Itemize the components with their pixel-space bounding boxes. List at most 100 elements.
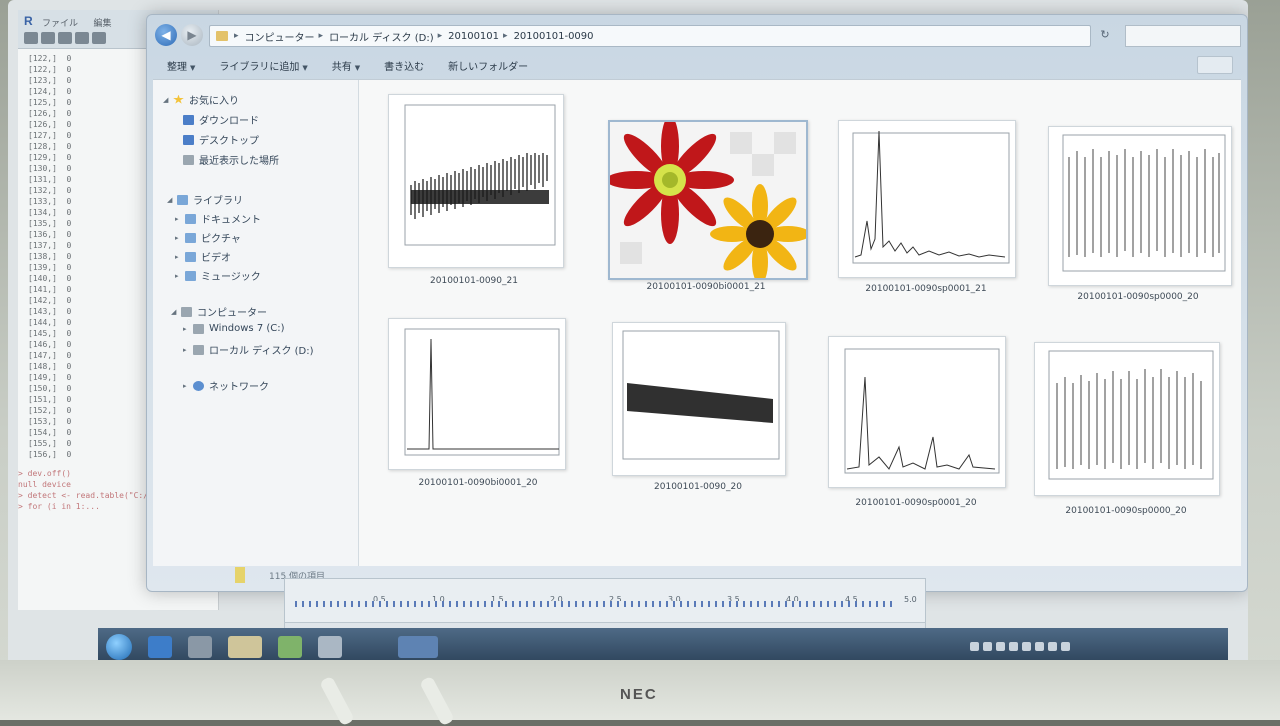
file-name: 20100101-0090bi0001_21 [646, 282, 766, 292]
r-menu-file[interactable]: ファイル [42, 19, 78, 29]
folder-icon [216, 31, 228, 41]
nav-label: Windows 7 (C:) [209, 323, 285, 334]
breadcrumb-separator-icon: ▸ [234, 31, 239, 41]
tray-icon[interactable] [983, 642, 992, 651]
forward-button[interactable]: ▶ [181, 24, 203, 46]
burn-button[interactable]: 書き込む [384, 58, 424, 73]
breadcrumb-separator-icon: ▸ [318, 31, 324, 41]
media-icon[interactable] [188, 636, 212, 658]
explorer-task-icon[interactable] [228, 636, 262, 658]
waveform-window[interactable]: 0.5 1.0 1.5 2.0 2.5 3.0 3.5 4.0 4.5 5.0 [284, 578, 926, 624]
expand-icon: ◢ [163, 95, 169, 104]
new-folder-button[interactable]: 新しいフォルダー [448, 58, 528, 73]
load-icon[interactable] [41, 32, 55, 44]
nav-videos[interactable]: ▸ ビデオ [175, 249, 231, 264]
organize-button[interactable]: 整理 ▼ [167, 58, 195, 73]
nav-documents[interactable]: ▸ ドキュメント [175, 211, 261, 226]
spike-plot-thumbnail [404, 328, 560, 456]
system-tray [970, 636, 1220, 658]
refresh-icon[interactable]: ↻ [1095, 25, 1115, 45]
breadcrumb-subfolder[interactable]: 20100101-0090 [514, 31, 594, 42]
breadcrumb-computer[interactable]: コンピューター [245, 29, 315, 44]
waveform-track [295, 601, 895, 607]
star-icon [173, 94, 184, 104]
tray-icon[interactable] [1009, 642, 1018, 651]
organize-label: 整理 [167, 61, 187, 73]
tray-icon[interactable] [1061, 642, 1070, 651]
nav-label: ドキュメント [201, 215, 261, 226]
music-icon [185, 270, 196, 281]
tray-icon[interactable] [996, 642, 1005, 651]
ie-icon[interactable] [148, 636, 172, 658]
back-button[interactable]: ◀ [155, 24, 177, 46]
r-toolbar [24, 32, 109, 46]
save-icon[interactable] [58, 32, 72, 44]
collapse-icon: ▸ [175, 252, 179, 261]
file-name: 20100101-0090sp0001_21 [865, 284, 987, 294]
nav-drive-c[interactable]: ▸ Windows 7 (C:) [183, 323, 285, 334]
tray-icon[interactable] [970, 642, 979, 651]
paste-icon[interactable] [92, 32, 106, 44]
tray-icon[interactable] [1022, 642, 1031, 651]
nav-label: ローカル ディスク (D:) [209, 346, 314, 357]
r-menu: ファイル 編集 [42, 16, 121, 29]
nav-computer[interactable]: ◢ コンピューター [171, 304, 267, 319]
start-button[interactable] [106, 634, 132, 660]
collapse-icon: ▸ [183, 324, 187, 333]
dropdown-icon: ▼ [302, 63, 308, 72]
nav-favorites[interactable]: ◢ お気に入り [163, 92, 239, 107]
app-icon[interactable] [318, 636, 342, 658]
tray-icon[interactable] [1048, 642, 1057, 651]
collapse-icon: ▸ [175, 271, 179, 280]
file-thumbnail [608, 120, 808, 280]
waveform-plot-thumbnail [622, 330, 780, 460]
explorer-window[interactable]: ◀ ▶ ▸ コンピューター ▸ ローカル ディスク (D:) ▸ 2010010… [146, 14, 1248, 592]
nav-network[interactable]: ▸ ネットワーク [183, 378, 269, 393]
breadcrumb-separator-icon: ▸ [503, 31, 508, 41]
nav-downloads[interactable]: ダウンロード [183, 112, 259, 127]
breadcrumb-drive[interactable]: ローカル ディスク (D:) [329, 29, 434, 44]
collapse-icon: ▸ [183, 381, 187, 390]
dropdown-icon: ▼ [190, 63, 196, 72]
videos-icon [185, 251, 196, 262]
collapse-icon: ▸ [183, 345, 187, 354]
pictures-icon [185, 232, 196, 243]
view-options-button[interactable] [1197, 56, 1233, 74]
copy-icon[interactable] [75, 32, 89, 44]
file-thumbnail [1048, 126, 1232, 286]
nav-desktop[interactable]: デスクトップ [183, 132, 259, 147]
expand-icon: ◢ [171, 307, 177, 316]
nav-label: ピクチャ [201, 234, 241, 245]
tray-icon[interactable] [1035, 642, 1044, 651]
nav-label: ダウンロード [199, 116, 259, 127]
downloads-icon [183, 114, 194, 125]
flower-image-thumbnail [610, 122, 806, 278]
collapse-icon: ▸ [175, 233, 179, 242]
breadcrumb-folder[interactable]: 20100101 [448, 31, 499, 42]
nav-drive-d[interactable]: ▸ ローカル ディスク (D:) [183, 342, 314, 357]
add-to-library-button[interactable]: ライブラリに追加 ▼ [219, 58, 307, 73]
chrome-icon[interactable] [278, 636, 302, 658]
dropdown-icon: ▼ [354, 63, 361, 72]
nav-libraries[interactable]: ◢ ライブラリ [167, 192, 243, 207]
file-thumbnail [838, 120, 1016, 278]
navigation-pane: ◢ お気に入り ダウンロード デスクトップ 最近表示した場所 ◢ ライブラリ ▸ ドキ… [153, 80, 359, 566]
signal-plot-thumbnail [1062, 134, 1226, 272]
share-button[interactable]: 共有 ▼ [332, 58, 360, 73]
file-thumbnail [828, 336, 1006, 488]
open-icon[interactable] [24, 32, 38, 44]
documents-icon [185, 213, 196, 224]
nav-pictures[interactable]: ▸ ピクチャ [175, 230, 241, 245]
drive-icon [193, 344, 204, 355]
drive-icon [193, 323, 204, 334]
file-name: 20100101-0090sp0000_20 [1077, 292, 1199, 302]
file-name: 20100101-0090_21 [430, 276, 518, 286]
r-menu-edit[interactable]: 編集 [93, 19, 111, 29]
nav-recent[interactable]: 最近表示した場所 [183, 152, 279, 167]
nav-music[interactable]: ▸ ミュージック [175, 268, 261, 283]
search-input[interactable] [1125, 25, 1241, 47]
file-thumbnail [612, 322, 786, 476]
address-bar[interactable]: ▸ コンピューター ▸ ローカル ディスク (D:) ▸ 20100101 ▸ … [209, 25, 1091, 47]
r-task-icon[interactable] [398, 636, 438, 658]
file-name: 20100101-0090_20 [654, 482, 742, 492]
